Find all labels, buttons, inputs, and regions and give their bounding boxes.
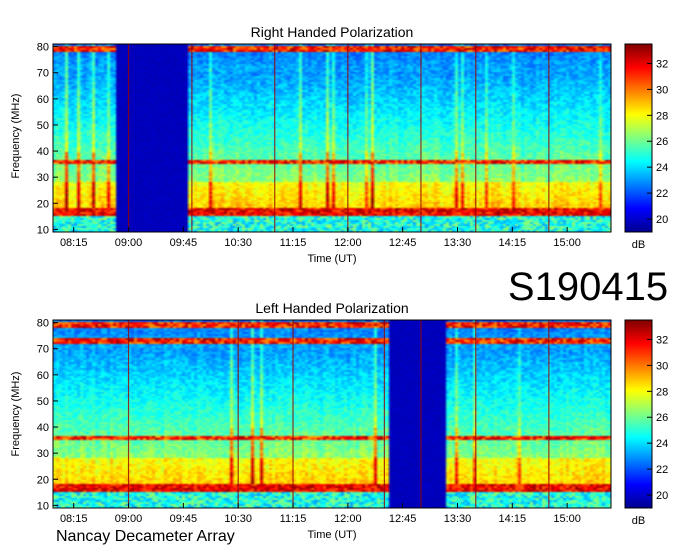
x-tick-label: 13:30	[444, 237, 472, 249]
y-tick-label: 70	[37, 68, 49, 80]
y-tick-label: 60	[37, 94, 49, 106]
x-tick-label: 15:00	[553, 513, 581, 525]
x-tick-label: 09:00	[115, 237, 143, 249]
x-tick-label: 09:00	[115, 513, 143, 525]
rhp-x-axis-label: Time (UT)	[307, 253, 356, 265]
colorbar-tick-label: 20	[656, 490, 668, 502]
colorbar-tick-label: 24	[656, 162, 668, 174]
x-tick-label: 15:00	[553, 237, 581, 249]
colorbar-scale	[624, 319, 653, 509]
x-tick-label: 14:15	[499, 513, 527, 525]
y-tick-label: 70	[37, 344, 49, 356]
y-tick-label: 20	[37, 198, 49, 210]
rhp-spectrogram	[53, 44, 611, 232]
observation-id: S190415	[508, 265, 668, 309]
rhp-title: Right Handed Polarization	[251, 24, 414, 40]
colorbar-tick-label: 28	[656, 110, 668, 122]
colorbar-unit: dB	[632, 515, 645, 527]
colorbar-tick-label: 32	[656, 334, 668, 346]
right-polarization-panel: Right Handed Polarization 08:15 09:00 09:4…	[10, 24, 668, 265]
colorbar-scale	[624, 43, 653, 233]
lhp-spectrogram	[53, 320, 611, 508]
y-tick-label: 30	[37, 172, 49, 184]
colorbar-tick-label: 24	[656, 438, 668, 450]
y-tick-label: 50	[37, 396, 49, 408]
colorbar-tick-label: 22	[656, 188, 668, 200]
y-tick-label: 40	[37, 146, 49, 158]
colorbar-tick-label: 26	[656, 412, 668, 424]
instrument-label: Nancay Decameter Array	[56, 528, 235, 545]
spectrogram-image	[53, 320, 611, 508]
x-tick-label: 12:00	[334, 513, 362, 525]
colorbar-tick-label: 30	[656, 360, 668, 372]
y-tick-label: 10	[37, 500, 49, 512]
x-tick-label: 08:15	[60, 513, 88, 525]
y-tick-label: 50	[37, 120, 49, 132]
lhp-title: Left Handed Polarization	[255, 300, 408, 316]
y-tick-label: 80	[37, 42, 49, 54]
left-polarization-panel: Left Handed Polarization 08:15 09:00 09:45…	[10, 300, 668, 541]
spectrogram-figure: Right Handed Polarization 08:15 09:00 09:4…	[10, 24, 668, 541]
x-tick-label: 09:45	[170, 237, 198, 249]
y-tick-label: 40	[37, 422, 49, 434]
colorbar-tick-label: 28	[656, 386, 668, 398]
lhp-x-axis-label: Time (UT)	[307, 529, 356, 541]
spectrogram-image	[53, 44, 611, 232]
y-tick-label: 60	[37, 370, 49, 382]
rhp-y-axis-label: Frequency (MHz)	[10, 94, 22, 179]
x-tick-label: 13:30	[444, 513, 472, 525]
x-tick-label: 10:30	[224, 513, 252, 525]
y-tick-label: 10	[37, 224, 49, 236]
y-tick-label: 20	[37, 474, 49, 486]
colorbar-tick-label: 20	[656, 214, 668, 226]
lhp-colorbar: 20 22 24 26 28 30 32 dB	[624, 319, 668, 527]
lhp-y-axis-label: Frequency (MHz)	[10, 372, 22, 457]
x-tick-label: 08:15	[60, 237, 88, 249]
colorbar-tick-label: 26	[656, 136, 668, 148]
colorbar-tick-label: 30	[656, 84, 668, 96]
x-tick-label: 12:00	[334, 237, 362, 249]
x-tick-label: 11:15	[280, 237, 307, 249]
x-tick-label: 11:15	[280, 513, 307, 525]
x-tick-label: 10:30	[224, 237, 252, 249]
x-tick-label: 12:45	[389, 237, 417, 249]
colorbar-tick-label: 32	[656, 58, 668, 70]
y-tick-label: 30	[37, 448, 49, 460]
colorbar-unit: dB	[632, 239, 645, 251]
rhp-colorbar: 20 22 24 26 28 30 32 dB	[624, 43, 668, 251]
x-tick-label: 12:45	[389, 513, 417, 525]
y-tick-label: 80	[37, 318, 49, 330]
x-tick-label: 14:15	[499, 237, 527, 249]
x-tick-label: 09:45	[170, 513, 198, 525]
colorbar-tick-label: 22	[656, 464, 668, 476]
